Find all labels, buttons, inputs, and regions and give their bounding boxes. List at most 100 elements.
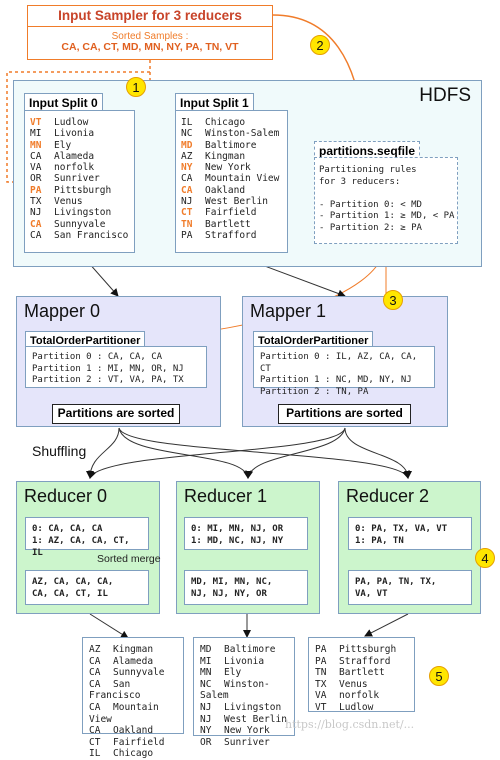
city-name: Mountain View bbox=[205, 173, 280, 185]
state-code: NJ bbox=[200, 713, 212, 725]
reducer-0-title: Reducer 0 bbox=[24, 486, 108, 506]
step-badge-3: 3 bbox=[383, 290, 403, 310]
city-name: San Francisco bbox=[54, 229, 129, 241]
list-row: AZ Kingman bbox=[181, 151, 287, 162]
text-line: 0: PA, TX, VA, VT bbox=[355, 524, 448, 534]
city-name: Fairfield bbox=[113, 736, 165, 748]
city-name: norfolk bbox=[339, 690, 380, 702]
state-code: PA bbox=[181, 229, 193, 241]
state-code: CA bbox=[181, 184, 193, 196]
state-code: MI bbox=[30, 128, 42, 140]
state-code: NJ bbox=[200, 701, 212, 713]
reducer-2-merged: PA, PA, TN, TX, VA, VT bbox=[348, 570, 472, 605]
state-code: PA bbox=[30, 184, 42, 196]
list-row: VT Ludlow bbox=[315, 702, 414, 714]
reducer-1-merged: MD, MI, MN, NC, NJ, NJ, NY, OR bbox=[184, 570, 308, 605]
state-code: CA bbox=[30, 218, 42, 230]
sorted-samples-values: CA, CA, CT, MD, MN, NY, PA, TN, VT bbox=[61, 41, 239, 53]
mapper-0-partitions: Partition 0 : CA, CA, CA Partition 1 : MI… bbox=[25, 346, 207, 388]
text-line: Partitioning rules bbox=[319, 165, 417, 175]
state-code: CT bbox=[89, 736, 101, 748]
city-name: Winston-Salem bbox=[205, 128, 280, 140]
state-code: MN bbox=[30, 139, 42, 151]
city-name: Kingman bbox=[113, 644, 154, 655]
city-name: New York bbox=[224, 725, 270, 737]
list-row: CA Alameda bbox=[89, 656, 183, 668]
list-row: OR Sunriver bbox=[200, 737, 294, 749]
mapper-1-partitions: Partition 0 : IL, AZ, CA, CA, CT Partitio… bbox=[253, 346, 435, 397]
state-code: CA bbox=[89, 701, 101, 713]
list-row: CT Fairfield bbox=[181, 207, 287, 218]
reducer-2-inputs: 0: PA, TX, VA, VT 1: PA, TN bbox=[348, 517, 472, 550]
city-name: New York bbox=[205, 162, 251, 174]
state-code: TX bbox=[30, 196, 42, 208]
text-line: Partition 0 : IL, AZ, CA, CA, CT bbox=[260, 352, 418, 374]
watermark: https://blog.csdn.net/... bbox=[285, 718, 415, 731]
reducer-0-inputs: 0: CA, CA, CA 1: AZ, CA, CA, CT, IL bbox=[25, 517, 149, 558]
step-badge-1: 1 bbox=[126, 77, 146, 97]
input-sampler: Input Sampler for 3 reducers Sorted Samp… bbox=[27, 5, 273, 60]
city-name: Sunnyvale bbox=[54, 218, 106, 230]
list-row: NJ Livingston bbox=[200, 702, 294, 714]
reducer-0-merged: AZ, CA, CA, CA, CA, CA, CT, IL bbox=[25, 570, 149, 605]
state-code: TX bbox=[315, 678, 327, 690]
text-line: - Partition 2: ≥ PA bbox=[319, 222, 422, 233]
state-code: TN bbox=[315, 667, 327, 679]
city-name: Alameda bbox=[113, 655, 154, 667]
state-code: NC bbox=[181, 128, 193, 140]
state-code: NJ bbox=[181, 196, 193, 208]
city-name: Baltimore bbox=[224, 644, 276, 655]
state-code: VT bbox=[30, 117, 42, 128]
mapper-0-title: Mapper 0 bbox=[24, 301, 101, 321]
list-row: PA Strafford bbox=[181, 230, 287, 241]
text-line: Partition 2 : TN, PA bbox=[260, 386, 369, 397]
city-name: Ely bbox=[54, 139, 72, 151]
city-name: Ludlow bbox=[339, 701, 374, 713]
state-code: CA bbox=[181, 173, 193, 185]
city-name: Chicago bbox=[205, 117, 246, 128]
text-line: 1: PA, TN bbox=[355, 536, 404, 546]
list-row: PA Pittsburgh bbox=[315, 644, 414, 656]
list-row: TN Bartlett bbox=[315, 667, 414, 679]
text-line: NJ, NJ, NY, OR bbox=[191, 589, 267, 599]
text-line: PA, PA, TN, TX, bbox=[355, 577, 437, 587]
mapper-1-title: Mapper 1 bbox=[250, 301, 327, 321]
city-name: Oakland bbox=[205, 184, 246, 196]
list-row: TN Bartlett bbox=[181, 219, 287, 230]
list-row: MN Ely bbox=[200, 667, 294, 679]
text-line: - Partition 1: ≥ MD, < PA bbox=[319, 211, 455, 221]
city-name: Strafford bbox=[205, 229, 257, 241]
state-code: CA bbox=[89, 667, 101, 679]
state-code: NY bbox=[181, 162, 193, 174]
list-row: CA San Francisco bbox=[89, 679, 183, 702]
list-row: PA Pittsburgh bbox=[30, 185, 134, 196]
hdfs-label: HDFS bbox=[419, 85, 471, 106]
list-row: NC Winston-Salem bbox=[200, 679, 294, 702]
list-row: TX Venus bbox=[30, 196, 134, 207]
state-code: NC bbox=[200, 678, 212, 690]
city-name: Sunriver bbox=[224, 736, 270, 748]
partitions-file-rules: Partitioning rules for 3 reducers: - Part… bbox=[314, 157, 458, 244]
city-name: Livingston bbox=[224, 701, 282, 713]
city-name: Sunriver bbox=[54, 173, 100, 185]
city-name: Alameda bbox=[54, 150, 95, 162]
state-code: CA bbox=[30, 150, 42, 162]
list-row: PA Strafford bbox=[315, 656, 414, 668]
city-name: norfolk bbox=[54, 162, 95, 174]
state-code: VA bbox=[30, 162, 42, 174]
city-name: Livingston bbox=[54, 207, 112, 219]
state-code: VT bbox=[315, 701, 327, 713]
list-row: CA Oakland bbox=[181, 185, 287, 196]
city-name: Venus bbox=[339, 678, 368, 690]
list-row: MN Ely bbox=[30, 140, 134, 151]
text-line: Partition 0 : CA, CA, CA bbox=[32, 352, 163, 362]
city-name: West Berlin bbox=[224, 713, 287, 725]
state-code: CA bbox=[30, 229, 42, 241]
city-name: Livonia bbox=[54, 128, 95, 140]
state-code: MD bbox=[181, 139, 193, 151]
list-row: NC Winston-Salem bbox=[181, 128, 287, 139]
list-row: AZ Kingman bbox=[89, 644, 183, 656]
reducer-1-title: Reducer 1 bbox=[184, 486, 268, 506]
list-row: MI Livonia bbox=[30, 128, 134, 139]
city-name: Ely bbox=[224, 667, 242, 679]
